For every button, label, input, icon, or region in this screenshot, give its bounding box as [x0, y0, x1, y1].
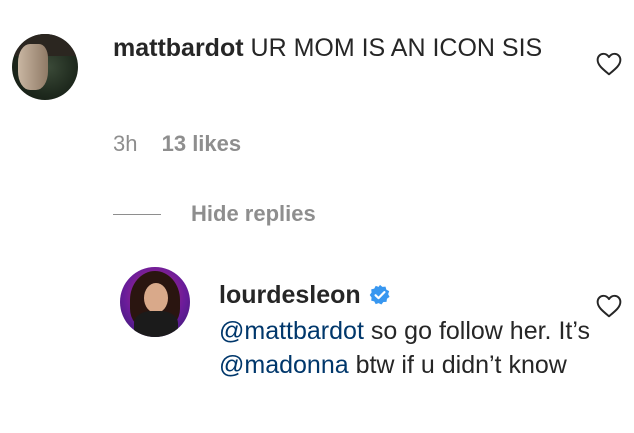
hide-replies-label: Hide replies — [191, 201, 316, 226]
avatar-face — [144, 283, 168, 313]
heart-icon[interactable] — [596, 52, 622, 76]
comment-body: mattbardot UR MOM IS AN ICON SIS — [113, 31, 573, 65]
mention-link[interactable]: @mattbardot — [219, 317, 364, 345]
comment-username[interactable]: mattbardot — [113, 34, 244, 62]
reply-header: lourdesleon — [219, 278, 391, 312]
reply-text-part: so go follow her. It’s — [363, 317, 590, 345]
reply-username[interactable]: lourdesleon — [219, 281, 361, 310]
hide-replies-button[interactable]: Hide replies — [113, 198, 316, 230]
mention-link[interactable]: @madonna — [219, 351, 349, 379]
avatar-body — [134, 311, 178, 337]
reply-avatar[interactable] — [120, 267, 190, 337]
avatar-face — [18, 44, 48, 90]
replies-divider — [113, 213, 161, 215]
comment-meta: 3h 13 likes — [113, 131, 241, 157]
verified-badge-icon — [369, 284, 390, 305]
comment-text: UR MOM IS AN ICON SIS — [250, 34, 543, 62]
comment-time: 3h — [113, 131, 138, 156]
reply-body: @mattbardot so go follow her. It’s @mado… — [219, 314, 599, 382]
heart-icon[interactable] — [596, 294, 622, 318]
reply-text-part: btw if u didn’t know — [348, 351, 567, 379]
comment-likes[interactable]: 13 likes — [162, 131, 242, 156]
commenter-avatar[interactable] — [12, 34, 78, 100]
